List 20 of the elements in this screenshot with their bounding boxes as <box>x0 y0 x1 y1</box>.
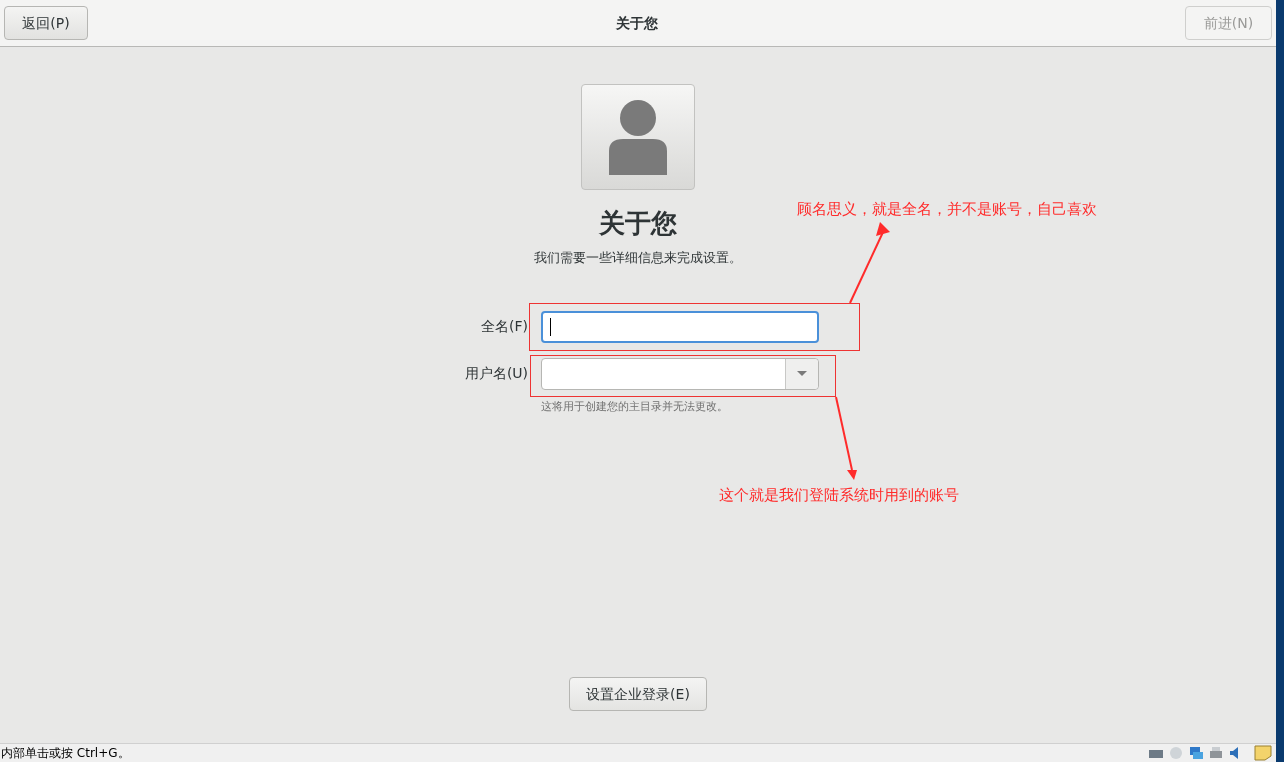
dropdown-button[interactable] <box>785 358 819 389</box>
network-icon[interactable] <box>1188 746 1204 760</box>
field-label: 用户名(U) <box>464 364 529 383</box>
page-subtitle: 我们需要一些详细信息来完成设置。 <box>534 249 742 267</box>
full-name-field[interactable] <box>541 310 820 343</box>
person-silhouette-icon <box>607 99 669 175</box>
username-combo-field[interactable] <box>541 357 820 390</box>
page-heading: 关于您 <box>599 207 677 240</box>
field-label: 全名(F) <box>480 317 529 336</box>
back-button[interactable]: 返回(P) <box>4 6 88 40</box>
avatar-placeholder[interactable] <box>581 84 695 190</box>
printer-icon[interactable] <box>1208 746 1224 760</box>
caret-down-icon <box>797 371 808 376</box>
annotation-text: 顾名思义，就是全名，并不是账号，自己喜欢 <box>797 199 1097 220</box>
window-title: 关于您 <box>615 13 658 33</box>
note-icon[interactable] <box>1254 745 1272 761</box>
status-text: 内部单击或按 Ctrl+G。 <box>1 745 130 762</box>
annotation-text: 这个就是我们登陆系统时用到的账号 <box>719 485 959 506</box>
field-hint: 这将用于创建您的主目录并无法更改。 <box>541 398 730 415</box>
enterprise-login-button[interactable]: 设置企业登录(E) <box>569 677 707 711</box>
